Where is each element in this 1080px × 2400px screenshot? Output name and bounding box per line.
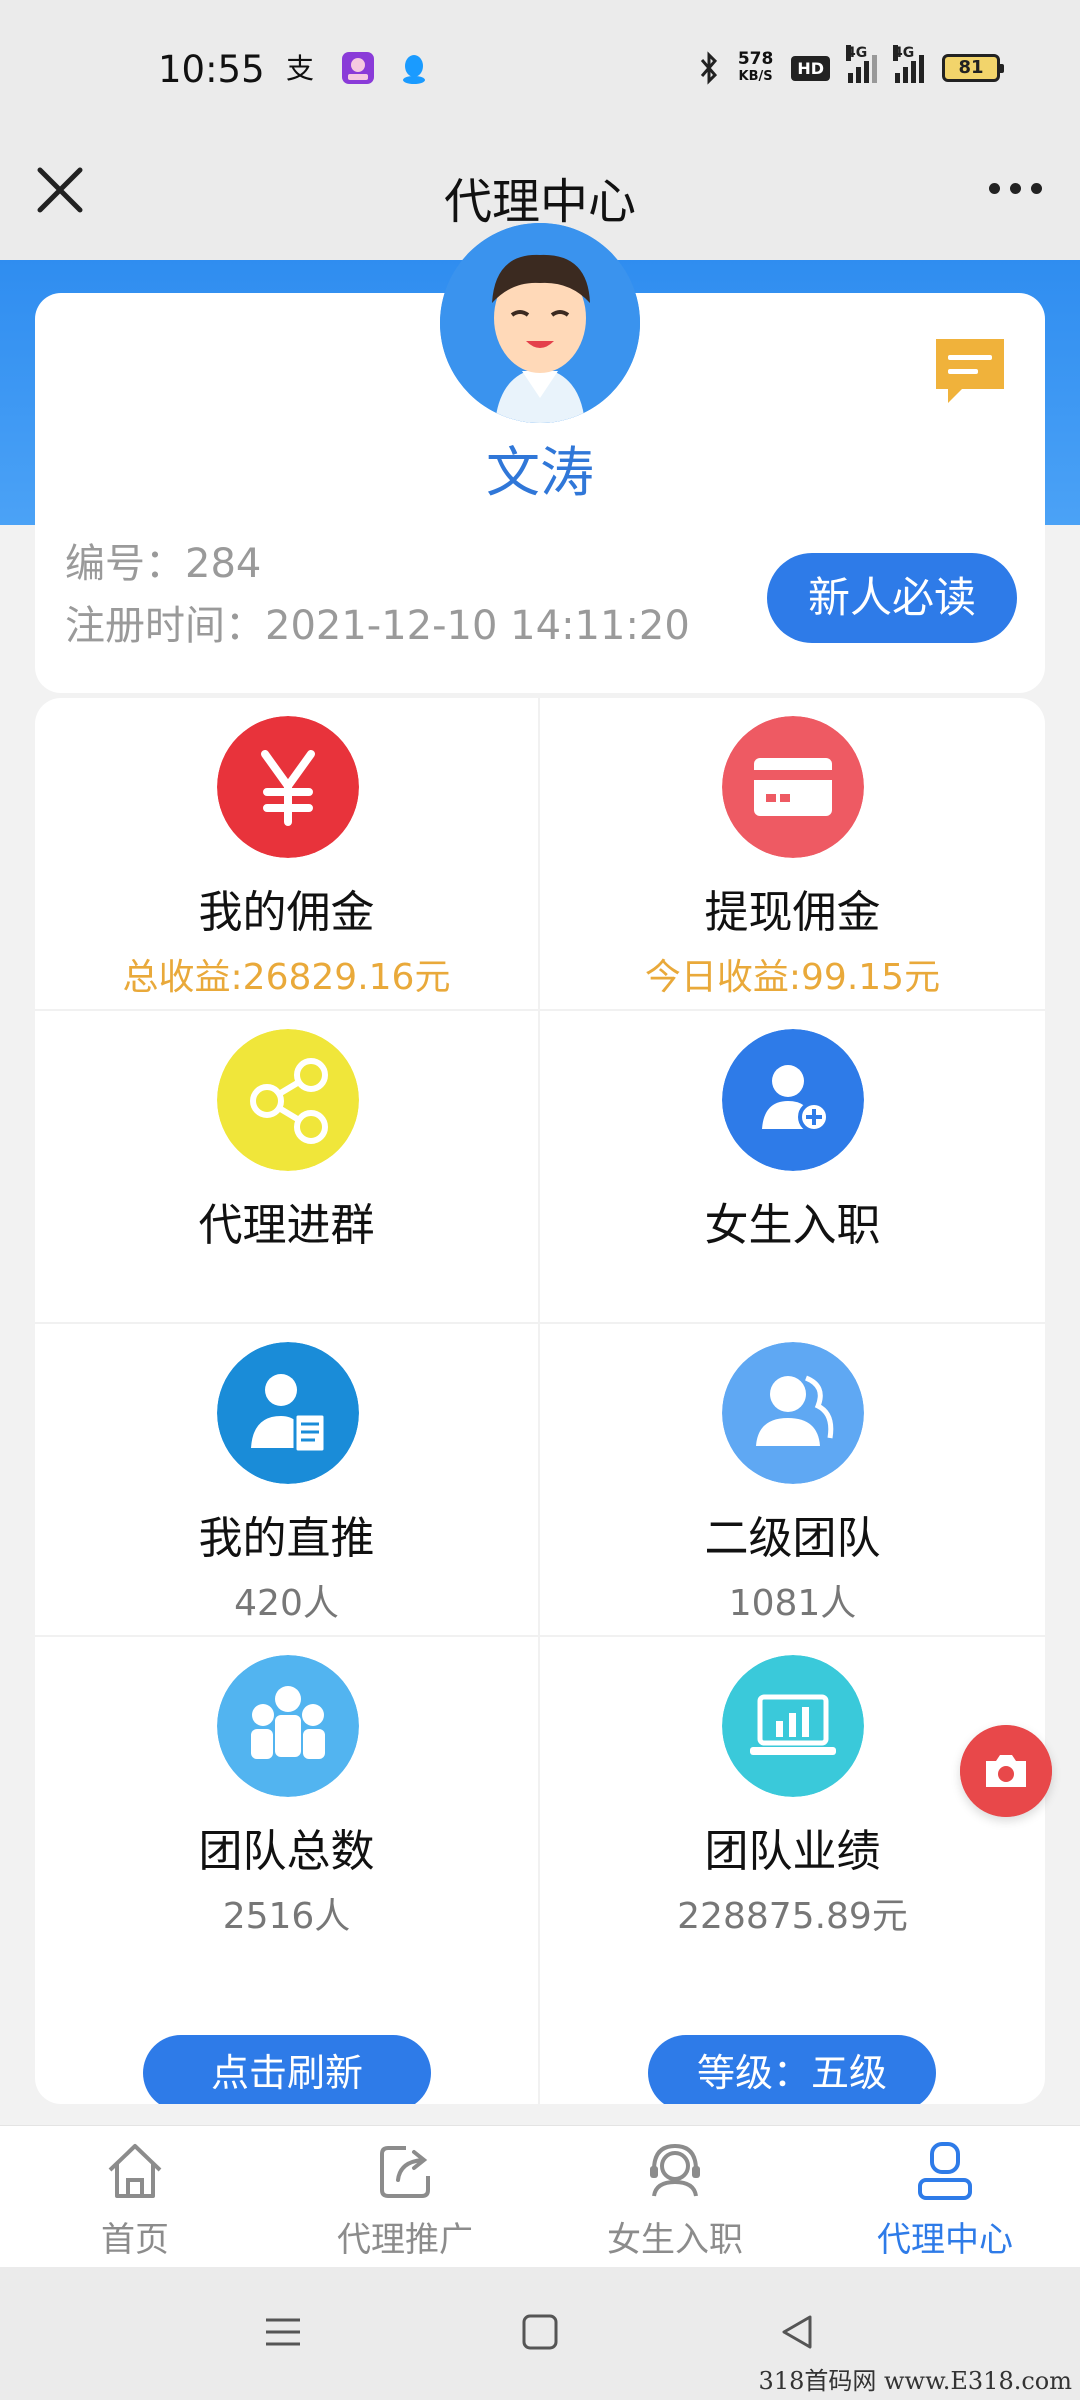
yuan-icon — [217, 716, 359, 858]
withdraw-today: 今日收益:99.15元 — [644, 957, 941, 998]
more-options-icon[interactable] — [980, 168, 1050, 208]
app-notification-icon: 支 — [286, 52, 314, 85]
share-network-icon — [217, 1029, 359, 1171]
back-icon[interactable] — [772, 2307, 822, 2357]
hd-badge: HD — [791, 55, 830, 81]
menu-icon[interactable] — [258, 2307, 308, 2357]
commission-title: 我的佣金 — [198, 887, 375, 938]
team-perf-amount: 228875.89元 — [677, 1896, 908, 1937]
headset-icon — [650, 2143, 700, 2197]
direct-title: 我的直推 — [198, 1513, 375, 1564]
home-icon — [108, 2144, 162, 2198]
battery-indicator: 81 — [942, 54, 1004, 82]
user-id: 编号：284 — [65, 541, 262, 587]
level2-title: 二级团队 — [704, 1513, 881, 1564]
tab-promotion-label: 代理推广 — [337, 2220, 473, 2260]
withdraw-cell[interactable]: 提现佣金 今日收益:99.15元 — [540, 698, 1045, 1011]
direct-count: 420人 — [234, 1583, 339, 1624]
status-time: 10:55 — [158, 48, 265, 91]
team-total-count: 2516人 — [222, 1896, 351, 1937]
home-square-icon[interactable] — [515, 2307, 565, 2357]
network-speed-unit: KB/S — [738, 69, 773, 84]
avatar-image — [440, 223, 640, 423]
card-icon — [722, 716, 864, 858]
commission-total: 总收益:26829.16元 — [122, 957, 451, 998]
page-title: 代理中心 — [443, 174, 636, 230]
status-bar: 10:55 支 578 KB/S HD 4G 4G 81 — [0, 0, 1080, 130]
photo-app-icon — [342, 52, 374, 84]
direct-cell[interactable]: 我的直推 420人 — [35, 1324, 540, 1637]
svg-text:支: 支 — [286, 52, 314, 85]
status-app-icons: 支 — [284, 50, 432, 86]
qq-icon — [403, 55, 425, 84]
withdraw-title: 提现佣金 — [704, 887, 881, 938]
level2-cell[interactable]: 二级团队 1081人 — [540, 1324, 1045, 1637]
avatar[interactable] — [440, 223, 640, 423]
signal-icon-2: 4G — [893, 45, 924, 83]
system-navigation: 318首码网 www.E318.com — [0, 2267, 1080, 2400]
tab-hire[interactable]: 女生入职 — [540, 2136, 810, 2266]
tab-promotion[interactable]: 代理推广 — [270, 2136, 540, 2266]
user-document-icon — [217, 1342, 359, 1484]
message-icon[interactable] — [930, 331, 1010, 411]
tab-home-label: 首页 — [101, 2220, 169, 2260]
tab-agent-center-label: 代理中心 — [877, 2220, 1013, 2260]
team-perf-title: 团队业绩 — [704, 1826, 881, 1877]
user-name: 文涛 — [486, 441, 594, 504]
tab-hire-label: 女生入职 — [607, 2220, 743, 2260]
user-icon — [918, 2142, 972, 2200]
group-cell[interactable]: 代理进群 — [35, 1011, 540, 1324]
level2-count: 1081人 — [728, 1583, 857, 1624]
function-grid: 我的佣金 总收益:26829.16元 提现佣金 今日收益:99.15元 代理进群 — [35, 698, 1045, 2104]
group-users-icon — [217, 1655, 359, 1797]
profile-card: 文涛 编号：284 注册时间：2021-12-10 14:11:20 新人必读 — [35, 223, 1045, 693]
team-total-cell[interactable]: 团队总数 2516人 点击刷新 — [35, 1637, 540, 2104]
team-total-title: 团队总数 — [198, 1826, 375, 1877]
register-time: 注册时间：2021-12-10 14:11:20 — [65, 603, 690, 649]
camera-icon[interactable] — [960, 1725, 1052, 1817]
share-icon — [380, 2146, 430, 2198]
bottom-tab-bar: 首页 代理推广 女生入职 代理中心 — [0, 2125, 1080, 2267]
user-meta: 编号：284 注册时间：2021-12-10 14:11:20 — [65, 533, 690, 657]
commission-cell[interactable]: 我的佣金 总收益:26829.16元 — [35, 698, 540, 1011]
status-indicators: 578 KB/S HD 4G 4G 81 — [698, 45, 1004, 86]
team-perf-cell[interactable]: 团队业绩 228875.89元 等级：五级 — [540, 1637, 1045, 2104]
watermark: 318首码网 www.E318.com — [758, 2367, 1072, 2395]
network-speed-value: 578 — [737, 49, 774, 69]
tab-agent-center[interactable]: 代理中心 — [810, 2136, 1080, 2266]
signal-type-label: 4G — [846, 45, 868, 61]
team-users-icon — [722, 1342, 864, 1484]
newbie-guide-button[interactable]: 新人必读 — [767, 553, 1017, 643]
hire-title: 女生入职 — [704, 1200, 881, 1251]
bluetooth-icon — [700, 51, 717, 85]
level-button[interactable]: 等级：五级 — [648, 2035, 936, 2104]
add-user-icon — [722, 1029, 864, 1171]
signal-type-label-2: 4G — [893, 45, 915, 61]
hire-cell[interactable]: 女生入职 — [540, 1011, 1045, 1324]
group-title: 代理进群 — [198, 1200, 375, 1251]
laptop-chart-icon — [722, 1655, 864, 1797]
signal-icon: 4G — [846, 45, 877, 83]
tab-home[interactable]: 首页 — [0, 2136, 270, 2266]
refresh-button[interactable]: 点击刷新 — [143, 2035, 431, 2104]
network-speed: 578 KB/S — [738, 50, 774, 86]
